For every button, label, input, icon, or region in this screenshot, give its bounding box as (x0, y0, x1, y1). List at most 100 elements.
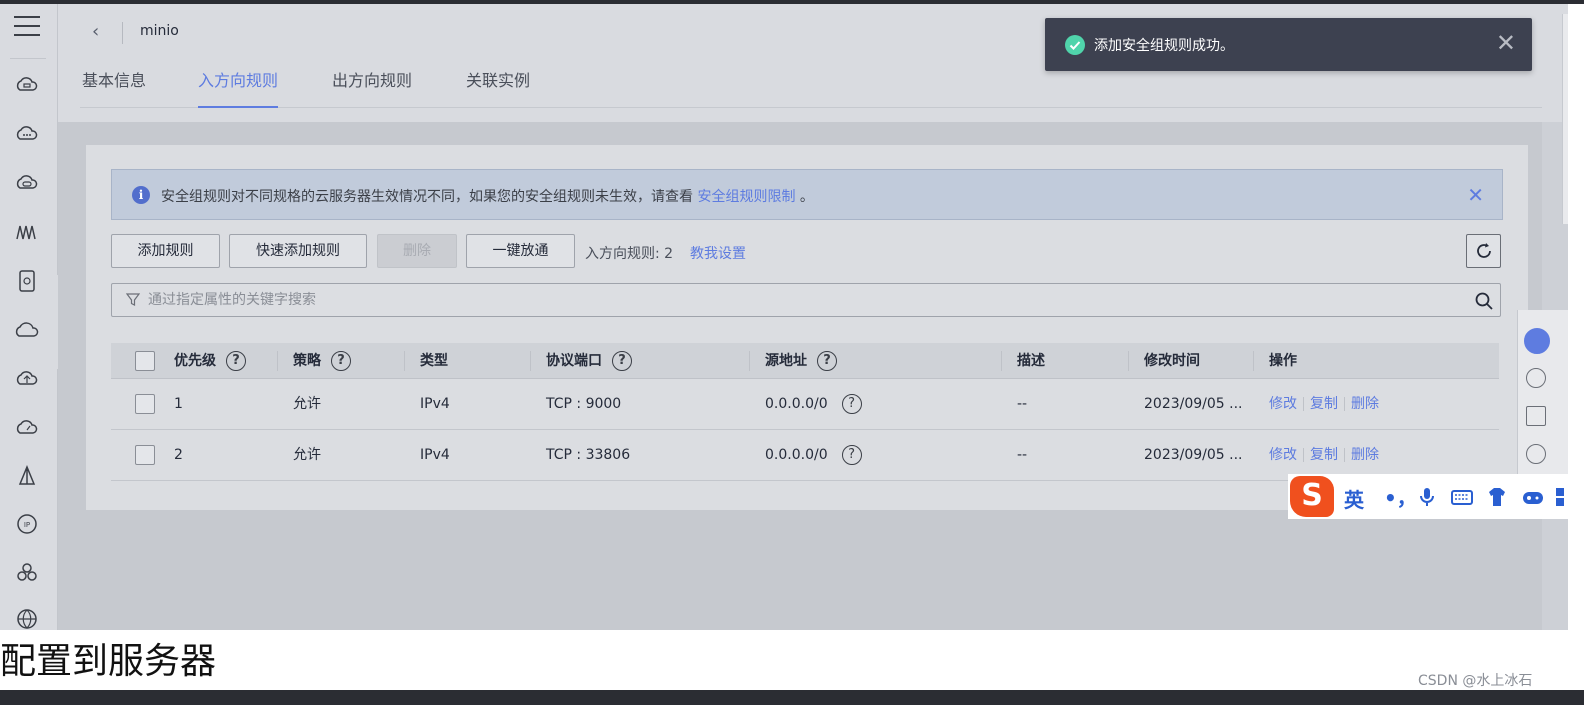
add-rule-button[interactable]: 添加规则 (111, 234, 220, 268)
tab-basic-info[interactable]: 基本信息 (82, 68, 146, 108)
select-all-checkbox[interactable] (135, 351, 155, 371)
refresh-button[interactable] (1466, 234, 1501, 268)
cloud-more-icon[interactable] (14, 121, 40, 147)
cell-policy: 允许 (293, 447, 321, 463)
network-wave-icon[interactable] (14, 219, 40, 245)
help-icon[interactable]: ? (841, 394, 862, 414)
toast-message: 添加安全组规则成功。 (1094, 38, 1234, 54)
skin-shirt-icon[interactable] (1486, 486, 1508, 508)
csdn-watermark: CSDN @水上冰石 (1418, 673, 1533, 689)
column-modified: 修改时间 (1144, 353, 1200, 369)
sogou-logo[interactable]: S (1290, 476, 1334, 517)
floating-side-toolbar (1517, 310, 1568, 480)
column-divider (277, 351, 278, 371)
modify-link[interactable]: 修改 (1269, 447, 1297, 463)
apps-grid-icon[interactable] (1554, 486, 1576, 508)
teach-me-link[interactable]: 教我设置 (690, 243, 746, 263)
tab-inbound-rules[interactable]: 入方向规则 (198, 68, 279, 108)
cloud-disk-icon[interactable] (14, 170, 40, 196)
search-icon[interactable] (1474, 291, 1494, 311)
cell-description: -- (1017, 447, 1028, 463)
cell-actions: 修改 复制 删除 (1269, 379, 1379, 430)
cloud-icon[interactable] (14, 317, 40, 343)
rule-limits-link[interactable]: 安全组规则限制 (697, 189, 795, 205)
cell-priority: 2 (174, 447, 183, 463)
delete-button[interactable]: 删除 (377, 234, 457, 268)
ime-mode-toggle[interactable]: 英 (1344, 484, 1364, 513)
column-divider (530, 351, 531, 371)
gamepad-icon[interactable] (1522, 486, 1544, 508)
headset-icon[interactable] (1524, 328, 1550, 354)
help-icon[interactable]: ? (331, 351, 351, 371)
feedback-icon[interactable] (1526, 406, 1546, 426)
sail-icon[interactable] (14, 464, 40, 490)
column-divider (404, 351, 405, 371)
tab-outbound-rules[interactable]: 出方向规则 (332, 68, 412, 108)
modify-link[interactable]: 修改 (1269, 396, 1297, 412)
cloud-speed-icon[interactable] (14, 415, 40, 441)
close-icon[interactable]: ✕ (1467, 183, 1484, 207)
help-icon[interactable]: ? (226, 351, 246, 371)
help-icon[interactable] (1526, 368, 1546, 388)
cluster-icon[interactable] (14, 559, 40, 585)
header-divider (122, 22, 123, 44)
one-click-allow-button[interactable]: 一键放通 (466, 234, 575, 268)
page-scrollbar[interactable] (1562, 14, 1568, 224)
help-icon[interactable]: ? (841, 445, 862, 465)
column-divider (1128, 351, 1129, 371)
column-divider (749, 351, 750, 371)
success-toast: 添加安全组规则成功。 ✕ (1045, 18, 1532, 71)
keyboard-icon[interactable] (1451, 486, 1473, 508)
delete-link[interactable]: 删除 (1351, 396, 1379, 412)
cell-type: IPv4 (420, 396, 450, 412)
breadcrumb-title: minio (140, 23, 179, 39)
delete-link[interactable]: 删除 (1351, 447, 1379, 463)
tab-associated-instances[interactable]: 关联实例 (466, 68, 530, 108)
close-icon[interactable]: ✕ (1496, 30, 1516, 56)
notice-text: 安全组规则对不同规格的云服务器生效情况不同，如果您的安全组规则未生效，请查看 安… (161, 189, 814, 205)
column-port: 协议端口? (546, 343, 632, 379)
cell-modified: 2023/09/05 ... (1144, 447, 1243, 463)
column-priority: 优先级? (174, 343, 246, 379)
cell-source: 0.0.0.0/0? (765, 379, 862, 430)
menu-icon[interactable] (14, 16, 40, 40)
help-icon[interactable]: ? (817, 351, 837, 371)
copy-link[interactable]: 复制 (1310, 396, 1338, 412)
copy-link[interactable]: 复制 (1310, 447, 1338, 463)
column-source: 源地址? (765, 343, 837, 379)
search-input[interactable] (148, 290, 1448, 310)
article-heading: 配置到服务器 (0, 641, 217, 682)
tab-bar: 基本信息 入方向规则 出方向规则 关联实例 (80, 68, 1542, 108)
cloud-upload-icon[interactable] (14, 366, 40, 392)
column-actions: 操作 (1269, 353, 1297, 369)
quick-add-rule-button[interactable]: 快速添加规则 (229, 234, 367, 268)
cloud-server-icon[interactable] (14, 72, 40, 98)
smile-icon[interactable] (1526, 444, 1546, 464)
elastic-ip-icon[interactable]: IP (14, 511, 40, 537)
check-circle-icon (1065, 35, 1085, 55)
ime-toolbar: S 英 •， (1288, 474, 1568, 519)
globe-icon[interactable] (14, 606, 40, 630)
search-bar[interactable] (111, 283, 1501, 317)
chevron-left-icon[interactable]: ‹ (92, 22, 112, 42)
help-icon[interactable]: ? (612, 351, 632, 371)
row-checkbox[interactable] (135, 394, 155, 414)
bottom-edge (0, 690, 1584, 705)
cell-port: TCP : 33806 (546, 447, 631, 463)
left-icon-rail: IP (0, 4, 58, 630)
info-icon: i (132, 186, 150, 204)
storage-icon[interactable] (14, 268, 40, 294)
console-screen: IP ‹ minio 基本信息 入方向规则 出方向规则 关联实例 i 安全组规则… (0, 4, 1568, 630)
cell-source: 0.0.0.0/0? (765, 430, 862, 481)
cell-type: IPv4 (420, 447, 450, 463)
cell-priority: 1 (174, 396, 183, 412)
cell-description: -- (1017, 396, 1028, 412)
microphone-icon[interactable] (1416, 486, 1438, 508)
cell-policy: 允许 (293, 396, 321, 412)
row-checkbox[interactable] (135, 445, 155, 465)
punctuation-toggle[interactable]: •， (1384, 482, 1417, 511)
info-notice: i 安全组规则对不同规格的云服务器生效情况不同，如果您的安全组规则未生效，请查看… (111, 169, 1503, 220)
cell-modified: 2023/09/05 ... (1144, 396, 1243, 412)
svg-text:IP: IP (24, 521, 30, 529)
filter-icon (126, 293, 140, 306)
